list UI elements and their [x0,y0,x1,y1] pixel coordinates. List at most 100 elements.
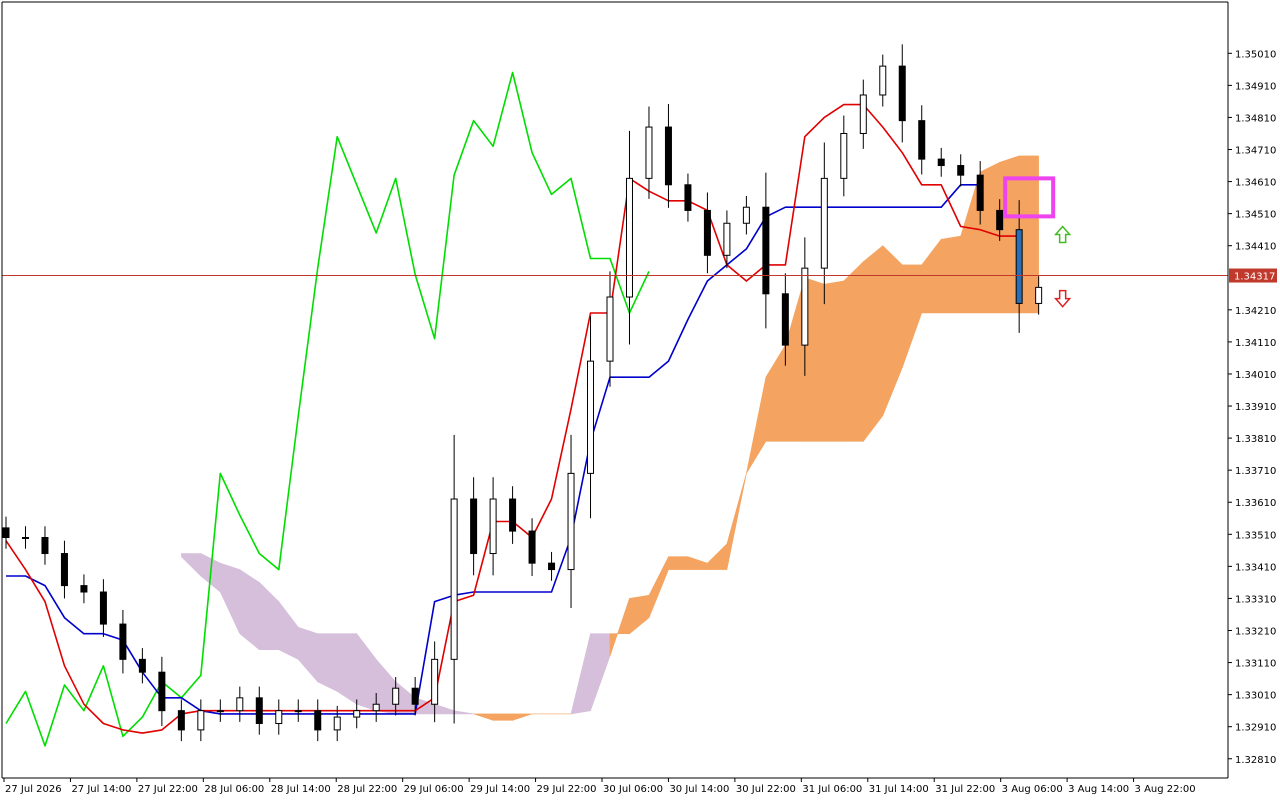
kumo-cloud [181,155,1039,721]
candle-body [41,537,49,555]
y-tick-label: 1.34010 [1235,370,1276,381]
y-tick-label: 1.33810 [1235,434,1276,445]
kumo-segment [921,238,942,314]
x-tick-label: 3 Aug 22:00 [1135,784,1196,795]
x-tick-label: 30 Jul 22:00 [736,784,796,795]
candle-body [703,209,711,256]
y-tick-label: 1.33010 [1235,691,1276,702]
ichimoku-chart[interactable]: 1.34317 1.35010 1.34910 1.34810 1.34710 1.34… [0,0,1280,800]
kumo-segment [609,598,630,657]
y-tick-label: 1.34910 [1235,81,1276,92]
candle-body [918,120,926,160]
arrow-up-icon [1053,225,1072,244]
candle-body [859,94,867,134]
candle-body [80,585,88,593]
candle-body [197,710,205,731]
y-tick-label: 1.34410 [1235,242,1276,253]
candle-body [879,65,887,96]
chart-canvas[interactable]: 1.34317 1.35010 1.34910 1.34810 1.34710 1.34… [0,0,1280,800]
x-tick-label: 29 Jul 06:00 [404,784,464,795]
arrow-down-icon [1053,289,1072,308]
kijun-sen-line [6,184,981,715]
kumo-segment [336,633,358,705]
y-tick-label: 1.33510 [1235,530,1276,541]
x-tick-label: 31 Jul 22:00 [935,784,995,795]
kumo-segment [843,260,864,442]
kumo-segment [590,633,611,711]
kumo-segment [453,710,474,715]
x-tick-label: 27 Jul 14:00 [71,784,131,795]
candle-body [294,710,302,713]
candle-body [119,623,127,660]
axes: 1.35010 1.34910 1.34810 1.34710 1.34610 1.345… [1,1,1276,795]
kumo-segment [492,713,513,721]
candle-body [431,658,439,705]
candle-body [606,296,614,362]
candle-body [1015,229,1023,304]
candle-body [216,710,224,713]
x-tick-label: 3 Aug 06:00 [1002,784,1063,795]
x-tick-label: 29 Jul 14:00 [470,784,530,795]
candle-body [976,174,984,211]
candle-body [314,710,322,731]
kumo-segment [746,377,767,474]
candle-body [567,472,575,571]
candle-body [684,184,692,211]
x-tick-label: 30 Jul 06:00 [603,784,663,795]
kumo-segment [726,473,747,570]
y-tick-label: 1.34510 [1235,210,1276,221]
y-tick-label: 1.34810 [1235,113,1276,124]
candle-body [353,710,361,718]
y-tick-label: 1.34110 [1235,338,1276,349]
kumo-segment [940,235,962,314]
candle-body [236,697,244,712]
candle-body [60,553,68,587]
candle-body [450,498,458,660]
candle-body [801,267,809,346]
x-tick-label: 3 Aug 14:00 [1068,784,1129,795]
candle-body [996,209,1004,231]
y-tick-label: 1.33110 [1235,659,1276,670]
candle-body [548,562,556,571]
kumo-segment [687,556,708,570]
x-tick-label: 28 Jul 06:00 [204,784,264,795]
kumo-segment [707,543,728,570]
candle-body [99,591,107,625]
candle-body [723,222,731,256]
kumo-segment [473,713,494,721]
candle-body [275,710,283,724]
kumo-segment [317,633,338,692]
overlays: 1.34317 [2,176,1277,308]
y-tick-label: 1.33710 [1235,466,1276,477]
y-tick-label: 1.33910 [1235,402,1276,413]
candle-body [392,687,400,705]
x-tick-label: 31 Jul 06:00 [802,784,862,795]
candle-body [840,132,848,179]
kumo-segment [668,556,689,570]
candle-body [645,126,653,179]
y-tick-label: 1.33610 [1235,498,1276,509]
x-tick-label: 27 Jul 22:00 [138,784,198,795]
candle-body [742,206,750,224]
x-tick-label: 29 Jul 22:00 [537,784,597,795]
candle-body [411,687,419,705]
kumo-segment [882,244,903,416]
x-tick-label: 31 Jul 14:00 [869,784,929,795]
candle-body [470,498,478,555]
candle-body [372,703,380,712]
kumo-segment [278,600,299,660]
x-tick-label: 28 Jul 22:00 [337,784,397,795]
kumo-segment [570,633,591,715]
kumo-segment [765,344,786,442]
candle-body [509,498,517,532]
y-tick-label: 1.33410 [1235,562,1276,573]
candle-body [898,65,906,122]
kumo-segment [629,594,650,635]
kumo-segment [258,581,280,651]
candle-body [2,527,10,539]
candle-body [625,177,633,298]
candle-body [820,177,828,269]
candle-body [333,716,341,731]
kumo-segment [356,632,377,712]
y-tick-label: 1.34610 [1235,178,1276,189]
